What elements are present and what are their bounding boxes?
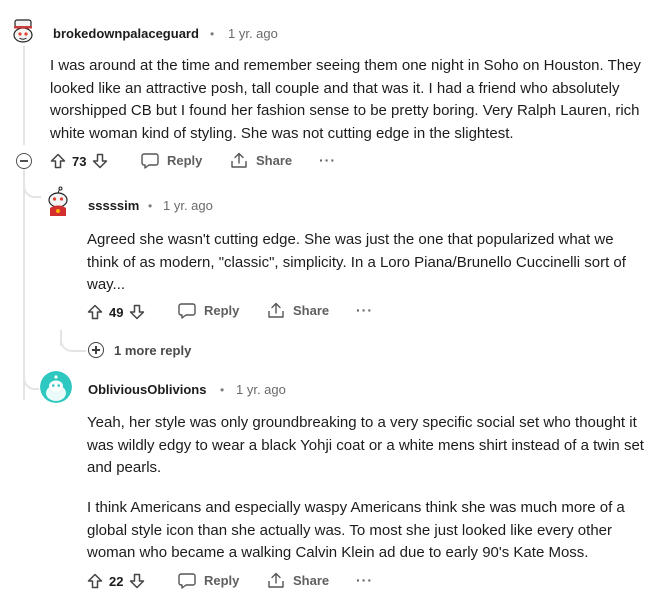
comment-body-paragraph: I think Americans and especially waspy A… xyxy=(87,499,625,561)
thread-elbow-child2 xyxy=(23,360,39,390)
vote-controls: 73 xyxy=(48,151,110,171)
comment-author[interactable]: ObliviousOblivions xyxy=(88,382,206,397)
reply-button[interactable]: Reply xyxy=(141,152,202,169)
reply-button[interactable]: Reply xyxy=(178,572,239,589)
comment-timestamp[interactable]: 1 yr. ago xyxy=(163,198,213,213)
reply-icon xyxy=(178,572,196,589)
upvote-icon[interactable] xyxy=(48,151,68,171)
reply-label: Reply xyxy=(204,573,240,588)
thread-elbow-reply xyxy=(60,334,86,352)
comment-timestamp[interactable]: 1 yr. ago xyxy=(236,382,286,397)
vote-score: 49 xyxy=(109,304,124,320)
meta-separator: • xyxy=(220,383,225,397)
share-label: Share xyxy=(293,573,330,588)
thread-elbow-child xyxy=(23,168,41,198)
comment-body: I was around at the time and remember se… xyxy=(50,57,641,142)
comment-body: Agreed she wasn't cutting edge. She was … xyxy=(87,231,626,293)
meta-separator: • xyxy=(210,27,215,41)
reply-label: Reply xyxy=(204,303,240,318)
comment-author[interactable]: brokedownpalaceguard xyxy=(53,26,199,41)
more-replies-label: 1 more reply xyxy=(114,342,192,358)
reply-icon xyxy=(178,302,196,319)
vote-score: 22 xyxy=(109,573,124,589)
more-replies-link[interactable]: 1 more reply xyxy=(88,342,191,358)
more-options-button[interactable]: ··· xyxy=(319,152,336,168)
share-button[interactable]: Share xyxy=(267,302,329,319)
vote-controls: 22 xyxy=(85,571,147,591)
expand-plus-icon xyxy=(88,342,104,358)
reply-button[interactable]: Reply xyxy=(178,302,239,319)
share-icon xyxy=(230,152,248,169)
share-icon xyxy=(267,572,285,589)
upvote-icon[interactable] xyxy=(85,302,105,322)
meta-separator: • xyxy=(148,199,153,213)
share-label: Share xyxy=(293,303,330,318)
comment-body-paragraph: Yeah, her style was only groundbreaking … xyxy=(87,414,644,476)
share-label: Share xyxy=(256,153,293,168)
comment-timestamp[interactable]: 1 yr. ago xyxy=(228,26,278,41)
reply-icon xyxy=(141,152,159,169)
snoo-avatar-hat-icon[interactable] xyxy=(8,16,38,46)
downvote-icon[interactable] xyxy=(127,302,147,322)
more-options-button[interactable]: ··· xyxy=(356,302,373,318)
downvote-icon[interactable] xyxy=(90,151,110,171)
share-button[interactable]: Share xyxy=(230,152,292,169)
vote-controls: 49 xyxy=(85,302,147,322)
share-icon xyxy=(267,302,285,319)
more-options-button[interactable]: ··· xyxy=(356,572,373,588)
downvote-icon[interactable] xyxy=(127,571,147,591)
reply-label: Reply xyxy=(167,153,203,168)
snoo-avatar-teal-icon[interactable] xyxy=(40,371,72,403)
share-button[interactable]: Share xyxy=(267,572,329,589)
upvote-icon[interactable] xyxy=(85,571,105,591)
vote-score: 73 xyxy=(72,153,87,169)
comment-author[interactable]: sssssim xyxy=(88,198,139,213)
snoo-avatar-red-icon[interactable] xyxy=(42,186,74,218)
thread-line-main xyxy=(23,45,25,145)
collapse-thread-button[interactable] xyxy=(16,153,32,169)
